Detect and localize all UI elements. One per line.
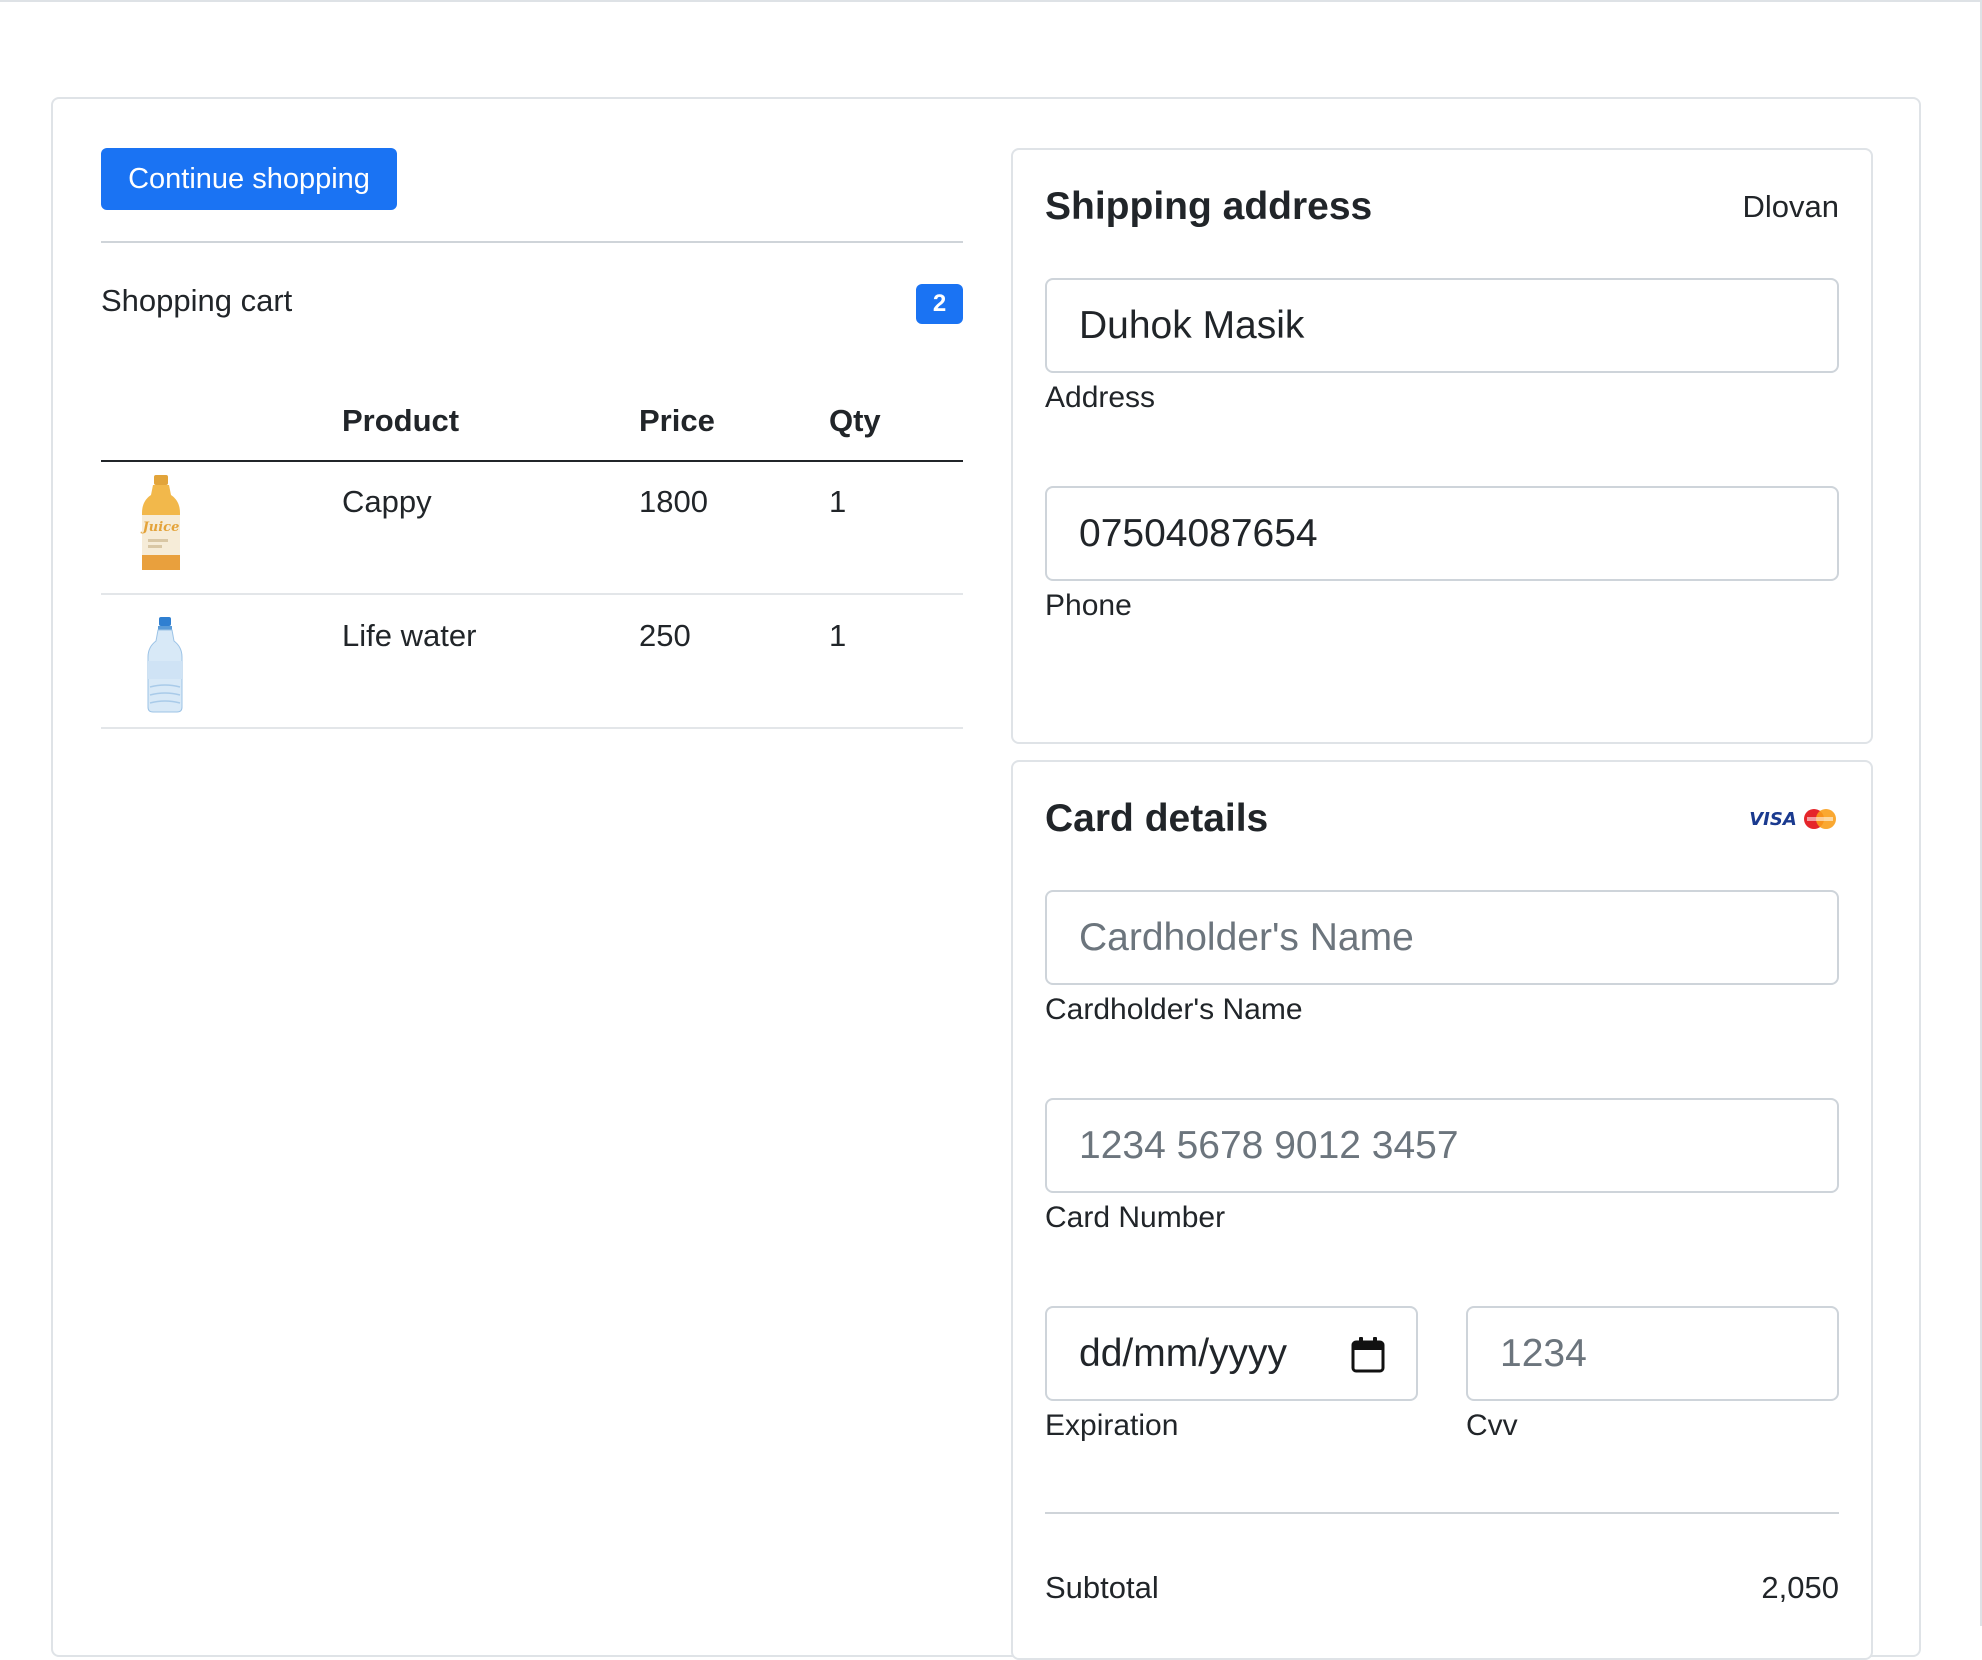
subtotal-value: 2,050: [1761, 1570, 1839, 1605]
product-price: 1800: [639, 484, 708, 519]
phone-input[interactable]: [1045, 486, 1839, 581]
mastercard-icon: [1804, 809, 1836, 829]
top-border: [0, 0, 1982, 2]
card-number-input[interactable]: [1045, 1098, 1839, 1193]
shopping-cart-title: Shopping cart: [101, 283, 293, 318]
svg-text:Juice: Juice: [140, 520, 179, 535]
user-name: Dlovan: [1742, 189, 1840, 224]
address-input[interactable]: [1045, 278, 1839, 373]
row-divider: [101, 593, 963, 595]
cart-count-badge: 2: [916, 284, 963, 324]
water-bottle-image: [147, 617, 183, 713]
divider: [101, 241, 963, 243]
expiration-label: Expiration: [1045, 1409, 1179, 1442]
product-column-header: Product: [342, 403, 460, 438]
product-name: Life water: [342, 618, 477, 653]
visa-icon: VISA: [1749, 809, 1797, 830]
calendar-icon[interactable]: [1350, 1336, 1386, 1374]
shipping-panel: [1011, 148, 1873, 744]
price-column-header: Price: [639, 403, 715, 438]
qty-column-header: Qty: [829, 403, 881, 438]
cardholder-name-label: Cardholder's Name: [1045, 993, 1303, 1026]
cvv-input[interactable]: [1466, 1306, 1839, 1401]
product-qty: 1: [829, 484, 847, 519]
product-name: Cappy: [342, 484, 432, 519]
row-divider: [101, 727, 963, 729]
juice-bottle-image: Juice: [140, 475, 180, 570]
cardholder-name-input[interactable]: [1045, 890, 1839, 985]
expiration-date-input[interactable]: dd/mm/yyyy: [1045, 1306, 1418, 1401]
shipping-title: Shipping address: [1045, 185, 1373, 228]
card-title: Card details: [1045, 797, 1269, 840]
address-label: Address: [1045, 381, 1156, 414]
card-number-label: Card Number: [1045, 1201, 1226, 1234]
cvv-label: Cvv: [1466, 1409, 1518, 1442]
svg-text:VISA: VISA: [1749, 809, 1797, 830]
subtotal-label: Subtotal: [1045, 1570, 1159, 1605]
phone-label: Phone: [1045, 589, 1132, 622]
table-header-line: [101, 460, 963, 462]
product-price: 250: [639, 618, 691, 653]
expiration-value: dd/mm/yyyy: [1079, 1331, 1288, 1375]
product-qty: 1: [829, 618, 847, 653]
continue-shopping-button[interactable]: Continue shopping: [101, 148, 397, 210]
summary-divider: [1045, 1512, 1839, 1514]
